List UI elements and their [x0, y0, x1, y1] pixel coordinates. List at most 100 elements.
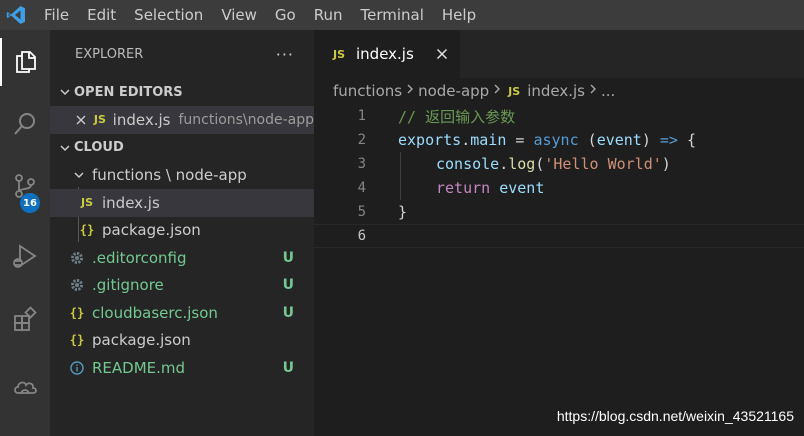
tab-label: index.js — [356, 45, 414, 63]
files-icon — [12, 46, 40, 78]
activity-bar: 16 — [0, 30, 50, 436]
tree-file-cloudbaserc-json[interactable]: {} cloudbaserc.json U — [50, 299, 314, 327]
run-debug-activity-button[interactable] — [0, 234, 50, 282]
breadcrumb-item[interactable]: node-app — [418, 82, 489, 100]
untracked-status: U — [282, 359, 294, 376]
menu-view[interactable]: View — [212, 0, 266, 30]
code-line: 1 // 返回输入参数 — [314, 104, 804, 128]
tree-file-index-js[interactable]: JS index.js — [50, 189, 314, 217]
javascript-file-icon: JS — [508, 84, 521, 98]
code-token: . — [499, 155, 509, 173]
folder-name: functions \ node-app — [92, 166, 247, 185]
file-name: README.md — [92, 358, 186, 377]
javascript-file-icon: JS — [332, 47, 345, 61]
code-token: 'Hello World' — [544, 155, 662, 173]
vscode-logo-icon — [0, 0, 32, 30]
tree-file-package-json-root[interactable]: {} package.json — [50, 327, 314, 355]
json-file-icon: {} — [69, 333, 85, 348]
code-token: main — [470, 131, 507, 149]
code-token: { — [677, 131, 697, 149]
untracked-status: U — [282, 277, 294, 294]
code-line: 4 return event — [314, 176, 804, 200]
workspace-label: CLOUD — [74, 140, 124, 155]
breadcrumb-item[interactable]: functions — [333, 82, 402, 100]
explorer-activity-button[interactable] — [0, 38, 50, 86]
file-name: .gitignore — [92, 276, 164, 295]
menu-terminal[interactable]: Terminal — [352, 0, 433, 30]
search-activity-button[interactable] — [0, 102, 50, 150]
file-name: .editorconfig — [92, 248, 187, 267]
watermark: https://blog.csdn.net/weixin_43521165 — [556, 408, 794, 424]
explorer-title: EXPLORER — [75, 46, 144, 62]
code-line: 2 exports.main = async (event) => { — [314, 128, 804, 152]
line-number: 5 — [357, 204, 366, 220]
gear-icon — [68, 251, 86, 265]
cloud-icon — [11, 372, 39, 404]
chevron-down-icon — [70, 169, 88, 181]
close-icon[interactable] — [75, 114, 87, 126]
code-token: } — [398, 203, 408, 221]
extensions-icon — [11, 306, 39, 338]
folder-functions-node-app[interactable]: functions \ node-app — [50, 162, 314, 190]
explorer-header: EXPLORER ··· — [50, 30, 314, 78]
code-token: . — [461, 131, 471, 149]
code-token: ) — [661, 155, 671, 173]
code-token: ( — [578, 131, 597, 149]
run-debug-icon — [11, 242, 39, 274]
breadcrumb-item[interactable]: index.js — [527, 82, 585, 100]
cloud-activity-button[interactable] — [0, 364, 50, 412]
tree-file-editorconfig[interactable]: .editorconfig U — [50, 244, 314, 272]
line-number: 6 — [357, 228, 366, 244]
extensions-activity-button[interactable] — [0, 298, 50, 346]
menu-file[interactable]: File — [32, 0, 78, 30]
code-token: async — [533, 131, 579, 149]
tree-file-package-json[interactable]: {} package.json — [50, 217, 314, 245]
code-line: 5 } — [314, 200, 804, 224]
open-editors-label: OPEN EDITORS — [74, 84, 183, 100]
code-token: event — [596, 131, 642, 149]
json-file-icon: {} — [79, 223, 95, 238]
code-editor[interactable]: 1 // 返回输入参数 2 exports.main = async (even… — [314, 104, 804, 248]
open-editor-item[interactable]: JS index.js functions\node-app — [50, 106, 314, 134]
info-icon — [68, 361, 86, 375]
tree-file-gitignore[interactable]: .gitignore U — [50, 272, 314, 300]
open-editors-section[interactable]: OPEN EDITORS — [50, 78, 314, 106]
chevron-down-icon — [56, 142, 74, 154]
editor-tabs: JS index.js — [314, 30, 804, 78]
file-name: cloudbaserc.json — [92, 303, 218, 322]
title-bar: File Edit Selection View Go Run Terminal… — [0, 0, 804, 30]
close-tab-icon[interactable] — [436, 44, 448, 65]
line-number: 4 — [357, 180, 366, 196]
open-editor-path: functions\node-app — [178, 111, 314, 128]
file-name: package.json — [102, 221, 201, 240]
workspace-section[interactable]: CLOUD — [50, 134, 314, 162]
file-name: package.json — [92, 331, 191, 350]
untracked-status: U — [282, 249, 294, 266]
open-editor-filename: index.js — [112, 110, 171, 129]
menu-go[interactable]: Go — [266, 0, 305, 30]
breadcrumb-item[interactable]: ... — [601, 82, 615, 100]
breadcrumb: functions node-app JS index.js ... — [314, 78, 804, 104]
menu-help[interactable]: Help — [433, 0, 485, 30]
current-code-line: 6 — [314, 224, 804, 248]
code-token: return — [436, 179, 491, 197]
menu-bar: File Edit Selection View Go Run Terminal… — [32, 0, 485, 30]
menu-selection[interactable]: Selection — [125, 0, 212, 30]
menu-run[interactable]: Run — [305, 0, 352, 30]
editor-area: JS index.js functions node-app JS index.… — [314, 30, 804, 436]
line-number: 2 — [357, 132, 366, 148]
javascript-file-icon: JS — [80, 196, 93, 210]
javascript-file-icon: JS — [93, 113, 106, 127]
code-token: ) — [641, 131, 660, 149]
line-number: 3 — [357, 156, 366, 172]
tree-file-readme[interactable]: README.md U — [50, 354, 314, 382]
explorer-sidebar: EXPLORER ··· OPEN EDITORS JS index.js fu… — [50, 30, 314, 436]
chevron-right-icon — [492, 83, 502, 99]
chevron-right-icon — [588, 83, 598, 99]
more-actions-button[interactable]: ··· — [276, 45, 294, 64]
menu-edit[interactable]: Edit — [78, 0, 125, 30]
line-number: 1 — [357, 108, 366, 124]
search-icon — [11, 110, 39, 142]
tab-index-js[interactable]: JS index.js — [314, 30, 460, 78]
gear-icon — [68, 278, 86, 292]
